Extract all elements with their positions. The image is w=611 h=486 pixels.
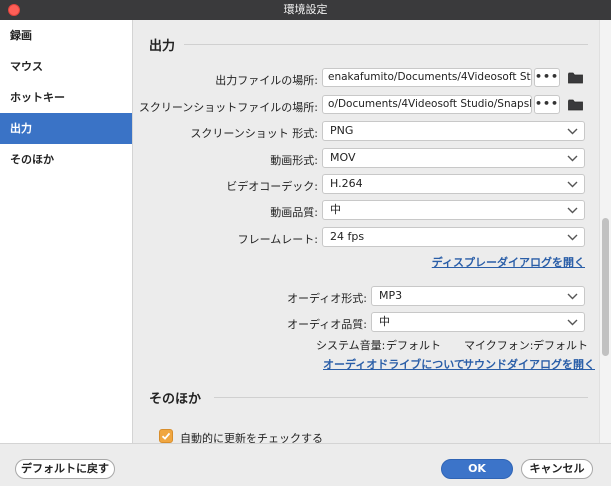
system-sound-label: システム音量: (316, 339, 386, 352)
open-display-dialog-link[interactable]: ディスプレーダイアログを開く (432, 254, 585, 270)
open-sound-dialog-link[interactable]: サウンドダイアログを開く (463, 356, 595, 372)
cancel-button[interactable]: キャンセル (521, 459, 593, 479)
video-format-value: MOV (330, 151, 356, 164)
chevron-down-icon (567, 293, 578, 300)
audio-format-label: オーディオ形式: (287, 292, 367, 305)
auto-update-label: 自動的に更新をチェックする (180, 432, 323, 443)
sidebar-item-output[interactable]: 出力 (0, 113, 132, 144)
window-title: 環境設定 (283, 3, 328, 16)
audio-quality-value: 中 (379, 315, 390, 328)
audio-format-value: MP3 (379, 289, 403, 302)
video-codec-label: ビデオコーデック: (226, 180, 318, 193)
output-location-field[interactable]: enakafumito/Documents/4Videosoft Studio (322, 68, 532, 87)
auto-update-checkbox[interactable] (159, 429, 173, 443)
microphone-value: デフォルト (533, 339, 588, 352)
scrollbar-thumb[interactable] (602, 218, 609, 356)
chevron-down-icon (567, 207, 578, 214)
screenshot-location-field[interactable]: o/Documents/4Videosoft Studio/Snapshot (322, 95, 532, 114)
screenshot-format-select[interactable]: PNG (322, 121, 585, 141)
video-codec-value: H.264 (330, 177, 363, 190)
frame-rate-select[interactable]: 24 fps (322, 227, 585, 247)
chevron-down-icon (567, 234, 578, 241)
ok-button[interactable]: OK (441, 459, 513, 479)
chevron-down-icon (567, 155, 578, 162)
reset-defaults-button[interactable]: デフォルトに戻す (15, 459, 115, 479)
chevron-down-icon (567, 128, 578, 135)
output-section-title: 出力 (149, 39, 176, 54)
video-codec-select[interactable]: H.264 (322, 174, 585, 194)
screenshot-format-value: PNG (330, 124, 354, 137)
title-bar: 環境設定 (0, 0, 611, 20)
sidebar: 録画 マウス ホットキー 出力 そのほか (0, 20, 133, 443)
section-divider (184, 44, 588, 45)
sidebar-item-mouse[interactable]: マウス (0, 51, 132, 82)
output-location-label: 出力ファイルの場所: (215, 74, 318, 87)
audio-driver-link[interactable]: オーディオドライブについて (323, 356, 465, 372)
chevron-down-icon (567, 319, 578, 326)
microphone-label: マイクフォン: (464, 339, 534, 352)
screenshot-format-label: スクリーンショット 形式: (190, 127, 318, 140)
video-quality-value: 中 (330, 203, 341, 216)
settings-content: 出力 出力ファイルの場所: enakafumito/Documents/4Vid… (134, 20, 598, 443)
checkmark-icon (161, 432, 171, 440)
sidebar-item-recording[interactable]: 録画 (0, 20, 132, 51)
video-quality-label: 動画品質: (270, 206, 318, 219)
others-section-title: そのほか (149, 392, 202, 407)
frame-rate-label: フレームレート: (237, 233, 318, 246)
video-quality-select[interactable]: 中 (322, 200, 585, 220)
video-format-label: 動画形式: (270, 154, 318, 167)
screenshot-location-label: スクリーンショットファイルの場所: (138, 101, 318, 114)
sidebar-item-hotkey[interactable]: ホットキー (0, 82, 132, 113)
close-window-button[interactable] (8, 4, 20, 16)
output-folder-icon[interactable] (568, 72, 583, 84)
audio-quality-select[interactable]: 中 (371, 312, 585, 332)
system-sound-value: デフォルト (386, 339, 441, 352)
audio-quality-label: オーディオ品質: (287, 318, 367, 331)
sidebar-item-others[interactable]: そのほか (0, 144, 132, 175)
screenshot-location-browse-button[interactable]: ••• (534, 95, 560, 114)
frame-rate-value: 24 fps (330, 230, 365, 243)
audio-format-select[interactable]: MP3 (371, 286, 585, 306)
video-format-select[interactable]: MOV (322, 148, 585, 168)
footer-bar: デフォルトに戻す OK キャンセル (0, 443, 611, 486)
chevron-down-icon (567, 181, 578, 188)
output-location-browse-button[interactable]: ••• (534, 68, 560, 87)
screenshot-folder-icon[interactable] (568, 99, 583, 111)
section-divider (214, 397, 588, 398)
